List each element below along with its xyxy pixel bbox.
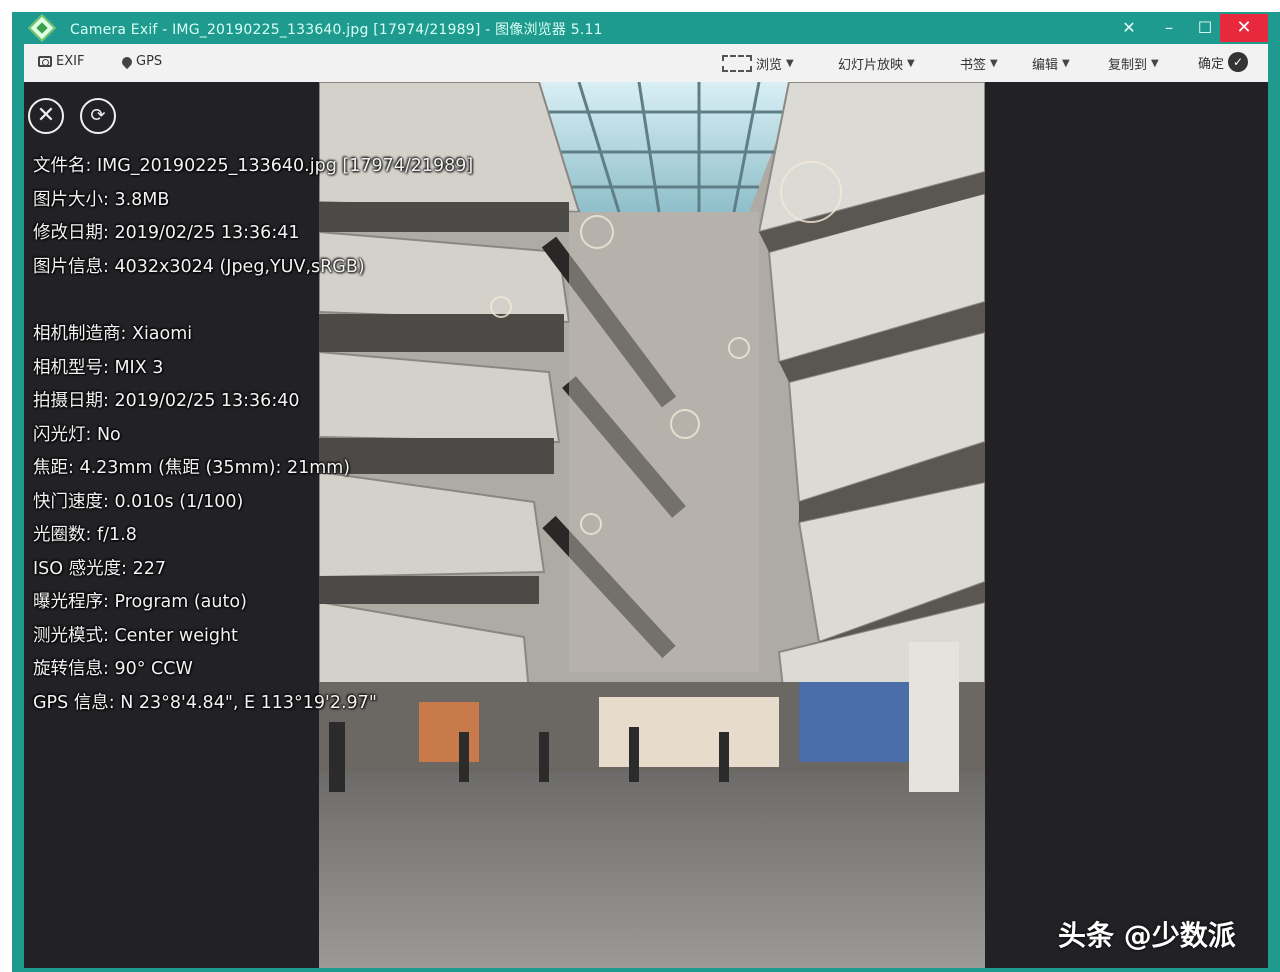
exif-filename: 文件名: IMG_20190225_133640.jpg [17974/2198…	[33, 156, 474, 176]
exif-modified-date: 修改日期: 2019/02/25 13:36:41	[33, 223, 300, 243]
bottom-accent-strip	[24, 968, 1280, 972]
gps-tab[interactable]: GPS	[119, 54, 163, 69]
exif-tab[interactable]: EXIF	[38, 54, 84, 69]
copy-to-menu-label: 复制到	[1108, 58, 1148, 73]
exif-camera-model: 相机型号: MIX 3	[33, 358, 164, 378]
bookmark-menu-label: 书签	[960, 58, 987, 73]
exif-tab-label: EXIF	[56, 54, 85, 69]
browse-menu-label: 浏览	[756, 58, 783, 73]
exif-image-info: 图片信息: 4032x3024 (Jpeg,YUV,sRGB)	[33, 257, 365, 277]
slideshow-menu[interactable]: 幻灯片放映 ▼	[838, 54, 915, 73]
chevron-down-icon: ▼	[786, 58, 794, 69]
location-pin-icon	[119, 54, 135, 69]
check-icon: ✓	[1228, 52, 1249, 72]
app-logo-icon	[27, 13, 57, 43]
title-bar[interactable]: Camera Exif - IMG_20190225_133640.jpg [1…	[12, 12, 1280, 44]
close-overlay-button[interactable]: ✕	[28, 98, 64, 134]
browse-menu[interactable]: 浏览 ▼	[722, 54, 794, 73]
confirm-button[interactable]: 确定 ✓	[1198, 52, 1249, 72]
photo[interactable]	[319, 82, 985, 968]
gps-tab-label: GPS	[136, 54, 163, 69]
chevron-down-icon: ▼	[990, 58, 998, 69]
edit-menu-label: 编辑	[1032, 58, 1059, 73]
rotate-button[interactable]: ⟳	[80, 98, 116, 134]
copy-to-menu[interactable]: 复制到 ▼	[1108, 54, 1159, 73]
exif-camera-make: 相机制造商: Xiaomi	[33, 324, 193, 344]
exif-filesize: 图片大小: 3.8MB	[33, 190, 170, 210]
maximize-button[interactable]: ☐	[1188, 14, 1222, 42]
edit-menu[interactable]: 编辑 ▼	[1032, 54, 1070, 73]
exif-focal-length: 焦距: 4.23mm (焦距 (35mm): 21mm)	[33, 458, 351, 478]
exif-flash: 闪光灯: No	[33, 425, 121, 445]
pin-icon[interactable]: ✕	[1112, 14, 1146, 42]
exif-shutter-speed: 快门速度: 0.010s (1/100)	[33, 492, 244, 512]
exif-iso: ISO 感光度: 227	[33, 559, 166, 579]
exif-gps: GPS 信息: N 23°8'4.84", E 113°19'2.97"	[33, 693, 377, 713]
confirm-button-label: 确定	[1198, 56, 1225, 72]
chevron-down-icon: ▼	[1151, 58, 1159, 69]
exif-aperture: 光圈数: f/1.8	[33, 525, 137, 545]
exif-exposure-program: 曝光程序: Program (auto)	[33, 592, 247, 612]
camera-icon	[38, 56, 52, 67]
exif-metering-mode: 测光模式: Center weight	[33, 626, 238, 646]
close-window-button[interactable]: ✕	[1220, 14, 1268, 42]
slideshow-menu-label: 幻灯片放映	[838, 58, 904, 73]
watermark: 头条 @少数派	[1058, 919, 1236, 952]
window-title: Camera Exif - IMG_20190225_133640.jpg [1…	[70, 22, 603, 38]
bookmark-menu[interactable]: 书签 ▼	[960, 54, 998, 73]
chevron-down-icon: ▼	[1062, 58, 1070, 69]
exif-capture-date: 拍摄日期: 2019/02/25 13:36:40	[33, 391, 300, 411]
exif-rotation: 旋转信息: 90° CCW	[33, 659, 193, 679]
left-accent-strip	[12, 82, 24, 972]
minimize-button[interactable]: –	[1152, 14, 1186, 42]
toolbar: EXIF GPS 浏览 ▼ 幻灯片放映 ▼ 书签 ▼ 编辑 ▼ 复制到 ▼ 确定…	[24, 44, 1268, 83]
photo-image	[319, 82, 985, 968]
chevron-down-icon: ▼	[907, 58, 915, 69]
frame-icon	[722, 55, 752, 72]
